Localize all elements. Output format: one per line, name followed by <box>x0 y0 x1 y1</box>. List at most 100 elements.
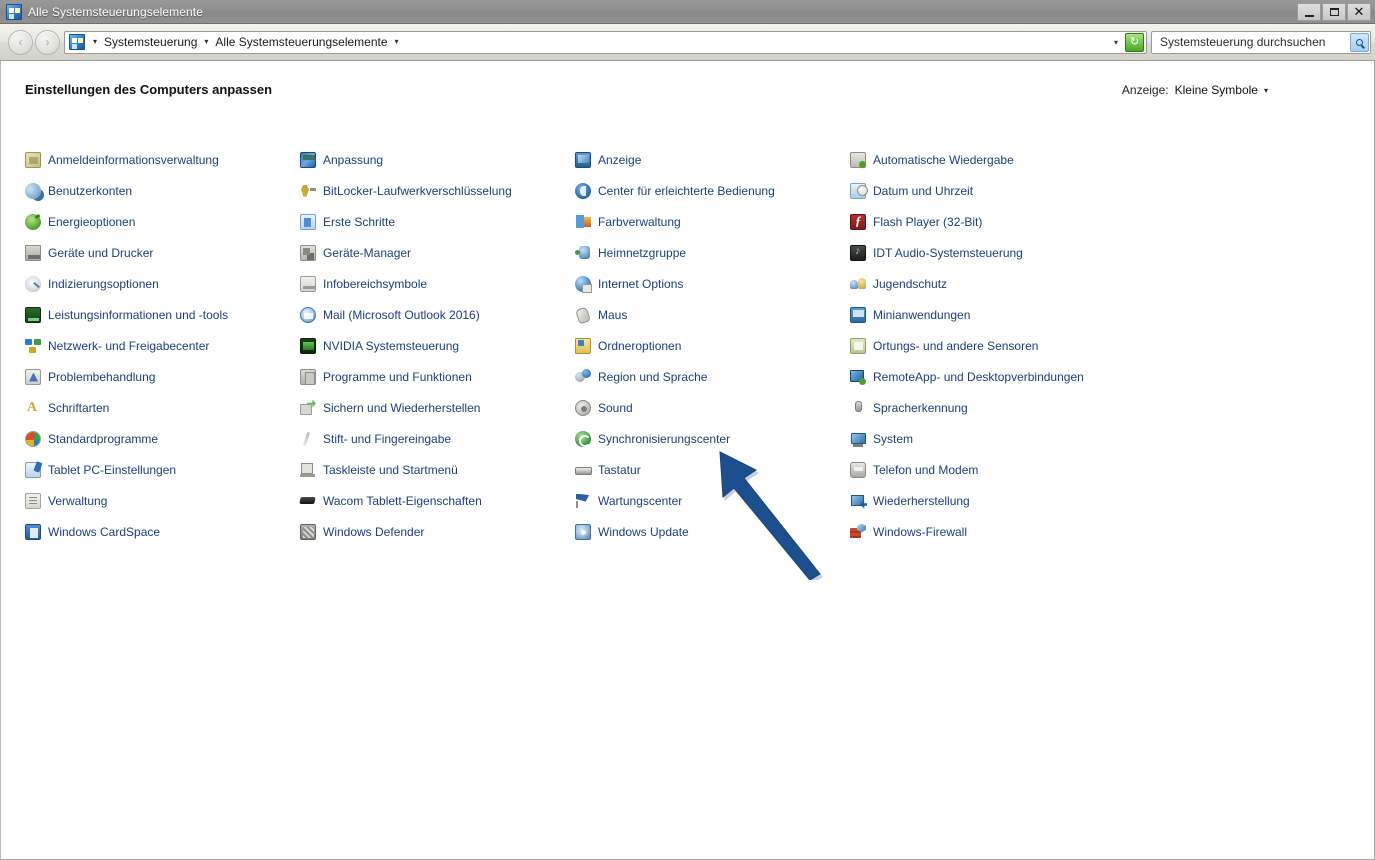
address-bar[interactable]: ▾ Systemsteuerung ▾ Alle Systemsteuerung… <box>64 30 1147 54</box>
refresh-icon[interactable]: ↻ <box>1125 32 1144 52</box>
control-panel-item-label[interactable]: Sound <box>598 401 633 415</box>
control-panel-item[interactable]: Leistungsinformationen und -tools <box>21 299 296 330</box>
control-panel-item-label[interactable]: Verwaltung <box>48 494 107 508</box>
control-panel-item[interactable]: Programme und Funktionen <box>296 361 571 392</box>
control-panel-item[interactable]: Infobereichsymbole <box>296 268 571 299</box>
control-panel-item-label[interactable]: Flash Player (32-Bit) <box>873 215 982 229</box>
control-panel-item[interactable]: Maus <box>571 299 846 330</box>
control-panel-item-label[interactable]: Indizierungsoptionen <box>48 277 159 291</box>
breadcrumb-caret-1[interactable]: ▾ <box>200 38 212 46</box>
control-panel-item-label[interactable]: Windows CardSpace <box>48 525 160 539</box>
control-panel-item-label[interactable]: BitLocker-Laufwerkverschlüsselung <box>323 184 512 198</box>
title-bar[interactable]: Alle Systemsteuerungselemente ✕ <box>0 0 1375 24</box>
view-selector-value[interactable]: Kleine Symbole <box>1175 83 1258 97</box>
control-panel-item[interactable]: Farbverwaltung <box>571 206 846 237</box>
control-panel-item-label[interactable]: Synchronisierungscenter <box>598 432 730 446</box>
control-panel-item[interactable]: Region und Sprache <box>571 361 846 392</box>
control-panel-item-label[interactable]: Maus <box>598 308 627 322</box>
control-panel-item-label[interactable]: Windows-Firewall <box>873 525 967 539</box>
minimize-button[interactable] <box>1297 2 1321 21</box>
control-panel-item-label[interactable]: Automatische Wiedergabe <box>873 153 1014 167</box>
control-panel-item-label[interactable]: Tablet PC-Einstellungen <box>48 463 176 477</box>
control-panel-item[interactable]: Anmeldeinformationsverwaltung <box>21 144 296 175</box>
control-panel-item[interactable]: Schriftarten <box>21 392 296 423</box>
search-box[interactable] <box>1151 30 1371 54</box>
control-panel-item[interactable]: Anzeige <box>571 144 846 175</box>
control-panel-item-label[interactable]: Wiederherstellung <box>873 494 970 508</box>
control-panel-item-label[interactable]: Standardprogramme <box>48 432 158 446</box>
chevron-down-icon[interactable]: ▾ <box>1264 86 1268 95</box>
control-panel-item-label[interactable]: Internet Options <box>598 277 683 291</box>
control-panel-item[interactable]: Standardprogramme <box>21 423 296 454</box>
address-history-dropdown[interactable]: ▾ <box>1109 38 1123 47</box>
control-panel-item[interactable]: Erste Schritte <box>296 206 571 237</box>
maximize-button[interactable] <box>1322 2 1346 21</box>
control-panel-item[interactable]: Windows Defender <box>296 516 571 547</box>
control-panel-item[interactable]: Spracherkennung <box>846 392 1146 423</box>
control-panel-item[interactable]: Wartungscenter <box>571 485 846 516</box>
control-panel-item-label[interactable]: Stift- und Fingereingabe <box>323 432 451 446</box>
control-panel-item[interactable]: Jugendschutz <box>846 268 1146 299</box>
control-panel-item[interactable]: Heimnetzgruppe <box>571 237 846 268</box>
control-panel-item-label[interactable]: Region und Sprache <box>598 370 707 384</box>
control-panel-item-label[interactable]: NVIDIA Systemsteuerung <box>323 339 459 353</box>
control-panel-item-label[interactable]: IDT Audio-Systemsteuerung <box>873 246 1023 260</box>
control-panel-item-label[interactable]: Anpassung <box>323 153 383 167</box>
control-panel-item[interactable]: Minianwendungen <box>846 299 1146 330</box>
control-panel-item[interactable]: RemoteApp- und Desktopverbindungen <box>846 361 1146 392</box>
control-panel-item-label[interactable]: Energieoptionen <box>48 215 135 229</box>
back-button[interactable]: ‹ <box>8 29 33 55</box>
control-panel-item[interactable]: Netzwerk- und Freigabecenter <box>21 330 296 361</box>
control-panel-item-label[interactable]: Telefon und Modem <box>873 463 978 477</box>
control-panel-item[interactable]: Windows Update <box>571 516 846 547</box>
control-panel-item[interactable]: Mail (Microsoft Outlook 2016) <box>296 299 571 330</box>
control-panel-item[interactable]: Problembehandlung <box>21 361 296 392</box>
view-selector[interactable]: Anzeige: Kleine Symbole ▾ <box>1122 83 1350 97</box>
control-panel-item[interactable]: Wiederherstellung <box>846 485 1146 516</box>
control-panel-item-label[interactable]: Leistungsinformationen und -tools <box>48 308 228 322</box>
control-panel-item-label[interactable]: Wartungscenter <box>598 494 682 508</box>
control-panel-item[interactable]: Flash Player (32-Bit) <box>846 206 1146 237</box>
control-panel-item[interactable]: Automatische Wiedergabe <box>846 144 1146 175</box>
control-panel-item[interactable]: Energieoptionen <box>21 206 296 237</box>
control-panel-item-label[interactable]: Infobereichsymbole <box>323 277 427 291</box>
control-panel-item[interactable]: Ortungs- und andere Sensoren <box>846 330 1146 361</box>
control-panel-item-label[interactable]: Wacom Tablett-Eigenschaften <box>323 494 482 508</box>
control-panel-item-label[interactable]: Ortungs- und andere Sensoren <box>873 339 1038 353</box>
control-panel-item[interactable]: Synchronisierungscenter <box>571 423 846 454</box>
control-panel-item[interactable]: Stift- und Fingereingabe <box>296 423 571 454</box>
breadcrumb-caret-root[interactable]: ▾ <box>89 38 101 46</box>
control-panel-item-label[interactable]: Heimnetzgruppe <box>598 246 686 260</box>
control-panel-item[interactable]: IDT Audio-Systemsteuerung <box>846 237 1146 268</box>
control-panel-item-label[interactable]: Schriftarten <box>48 401 109 415</box>
control-panel-item-label[interactable]: Mail (Microsoft Outlook 2016) <box>323 308 480 322</box>
breadcrumb-caret-2[interactable]: ▾ <box>391 38 403 46</box>
control-panel-item[interactable]: Sound <box>571 392 846 423</box>
control-panel-item-label[interactable]: Anzeige <box>598 153 641 167</box>
control-panel-item-label[interactable]: Center für erleichterte Bedienung <box>598 184 775 198</box>
control-panel-item-label[interactable]: RemoteApp- und Desktopverbindungen <box>873 370 1084 384</box>
breadcrumb-item-alle-elemente[interactable]: Alle Systemsteuerungselemente <box>212 34 390 50</box>
control-panel-item-label[interactable]: Farbverwaltung <box>598 215 681 229</box>
control-panel-item-label[interactable]: Geräte und Drucker <box>48 246 153 260</box>
control-panel-item[interactable]: Datum und Uhrzeit <box>846 175 1146 206</box>
control-panel-item-label[interactable]: Jugendschutz <box>873 277 947 291</box>
control-panel-item[interactable]: Tablet PC-Einstellungen <box>21 454 296 485</box>
control-panel-item-label[interactable]: Netzwerk- und Freigabecenter <box>48 339 209 353</box>
control-panel-item-label[interactable]: Benutzerkonten <box>48 184 132 198</box>
control-panel-item[interactable]: Geräte und Drucker <box>21 237 296 268</box>
control-panel-item[interactable]: Indizierungsoptionen <box>21 268 296 299</box>
search-icon[interactable] <box>1350 32 1369 52</box>
control-panel-item-label[interactable]: Taskleiste und Startmenü <box>323 463 458 477</box>
search-input[interactable] <box>1158 34 1350 50</box>
control-panel-item-label[interactable]: Problembehandlung <box>48 370 155 384</box>
control-panel-item[interactable]: Internet Options <box>571 268 846 299</box>
control-panel-item[interactable]: Tastatur <box>571 454 846 485</box>
control-panel-item-label[interactable]: Geräte-Manager <box>323 246 411 260</box>
control-panel-item-label[interactable]: Programme und Funktionen <box>323 370 472 384</box>
control-panel-item[interactable]: Telefon und Modem <box>846 454 1146 485</box>
control-panel-item[interactable]: NVIDIA Systemsteuerung <box>296 330 571 361</box>
control-panel-item[interactable]: Ordneroptionen <box>571 330 846 361</box>
control-panel-item-label[interactable]: Datum und Uhrzeit <box>873 184 973 198</box>
breadcrumb-item-systemsteuerung[interactable]: Systemsteuerung <box>101 34 200 50</box>
